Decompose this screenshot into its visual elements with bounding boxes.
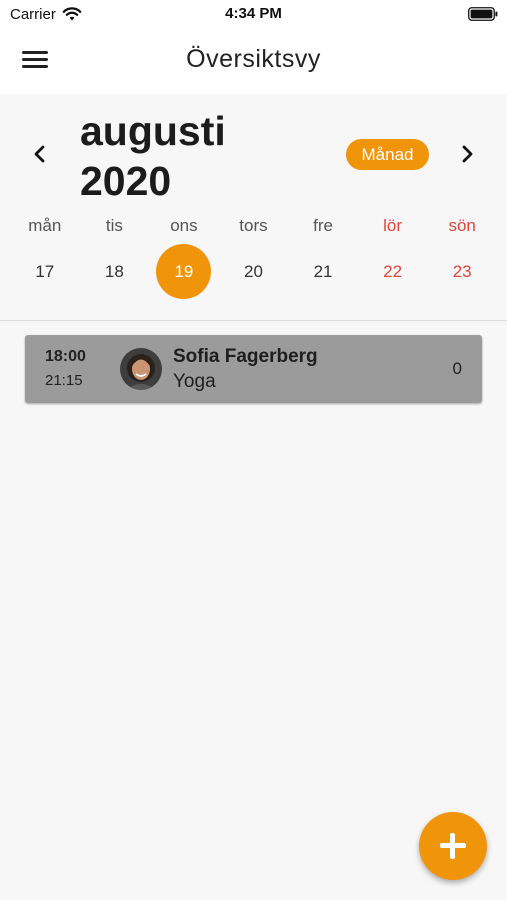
month-label: augusti bbox=[80, 108, 226, 154]
weekday-label: tis bbox=[105, 216, 123, 235]
chevron-right-icon[interactable] bbox=[455, 142, 479, 166]
event-instructor: Sofia Fagerberg bbox=[173, 346, 318, 367]
event-card[interactable]: 18:00 21:15 Sofia Fagerberg Yoga 0 bbox=[25, 335, 482, 403]
weekday-header-row: mån tis ons tors fre lör sön bbox=[10, 216, 497, 236]
weekday-label: sön bbox=[448, 216, 476, 235]
date-number: 17 bbox=[35, 262, 55, 281]
date-number: 20 bbox=[244, 262, 263, 281]
event-start-time: 18:00 bbox=[45, 348, 86, 365]
divider bbox=[0, 320, 507, 321]
date-number: 21 bbox=[313, 262, 333, 281]
weekday-label: ons bbox=[170, 216, 198, 235]
avatar bbox=[120, 348, 162, 390]
event-end-time: 21:15 bbox=[45, 372, 83, 389]
event-activity: Yoga bbox=[173, 371, 216, 392]
date-cell[interactable]: 22 bbox=[358, 244, 428, 300]
week-calendar: augusti 2020 Månad mån tis ons tors fre … bbox=[0, 94, 507, 321]
weekday-label: fre bbox=[313, 216, 333, 235]
chevron-left-icon[interactable] bbox=[28, 142, 52, 166]
date-number: 19 bbox=[156, 244, 212, 299]
weekday-label: tors bbox=[239, 216, 268, 235]
date-cell[interactable]: 20 bbox=[219, 244, 289, 300]
date-number: 22 bbox=[383, 262, 403, 281]
week-dates-row: 17 18 19 20 21 22 23 bbox=[10, 244, 497, 300]
date-cell[interactable]: 18 bbox=[80, 244, 150, 300]
weekday-label: lör bbox=[383, 216, 403, 235]
event-participant-count: 0 bbox=[452, 359, 462, 378]
add-button[interactable] bbox=[419, 812, 487, 880]
date-cell[interactable]: 17 bbox=[10, 244, 80, 300]
clock: 4:34 PM bbox=[225, 5, 282, 22]
status-bar: Carrier 4:34 PM bbox=[0, 0, 507, 30]
date-number: 18 bbox=[104, 262, 124, 281]
page-title: Översiktsvy bbox=[186, 45, 321, 73]
battery-icon bbox=[468, 7, 498, 21]
year-label: 2020 bbox=[80, 158, 172, 204]
month-view-button[interactable]: Månad bbox=[346, 139, 429, 170]
date-number: 23 bbox=[452, 262, 472, 281]
date-cell-selected[interactable]: 19 bbox=[149, 244, 219, 300]
date-cell[interactable]: 23 bbox=[427, 244, 497, 300]
date-cell[interactable]: 21 bbox=[288, 244, 358, 300]
weekday-label: mån bbox=[28, 216, 62, 235]
month-year-title: augusti 2020 bbox=[80, 106, 226, 206]
top-navigation-bar: Översiktsvy bbox=[0, 30, 507, 94]
